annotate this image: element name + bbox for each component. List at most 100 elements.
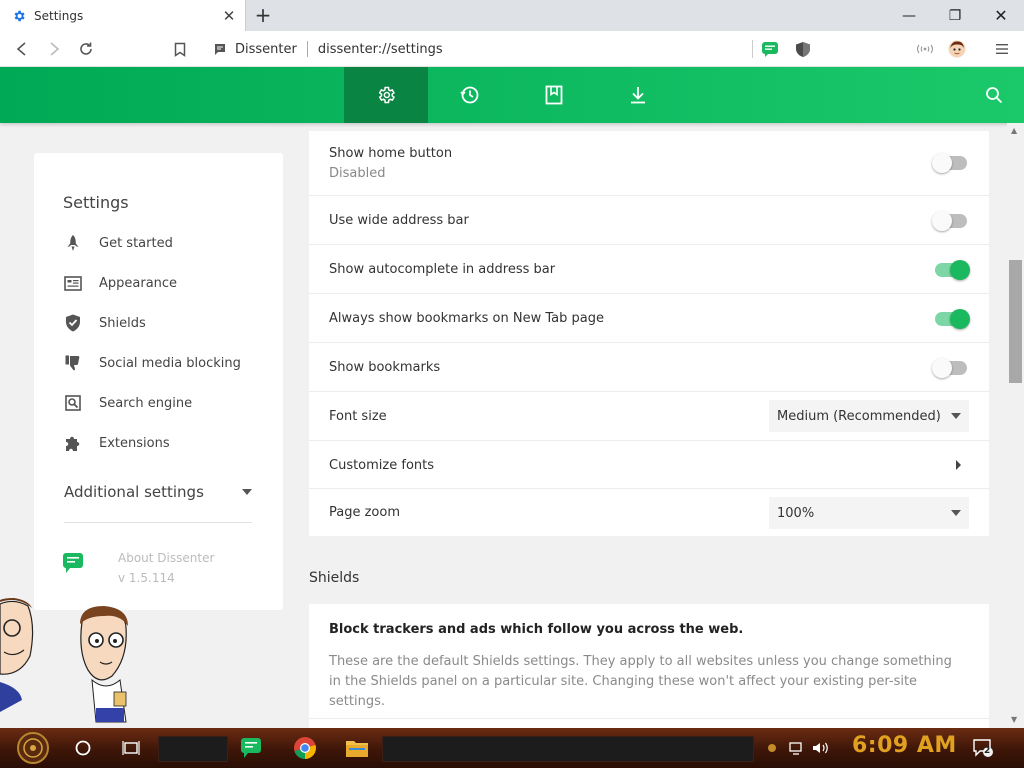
taskbar-dissenter[interactable] (236, 732, 266, 764)
shields-description: These are the default Shields settings. … (329, 654, 952, 709)
sidebar-item-search-engine[interactable]: Search engine (63, 391, 263, 415)
toggle-switch[interactable] (932, 358, 967, 378)
toggle-switch[interactable] (932, 211, 967, 231)
row-label: Page zoom (329, 505, 400, 520)
toggle-switch[interactable] (932, 153, 967, 173)
dissenter-app-icon (241, 738, 261, 758)
additional-settings-label: Additional settings (64, 483, 204, 501)
close-window-button[interactable]: ✕ (978, 0, 1024, 31)
sidebar-item-label: Appearance (99, 275, 178, 291)
scroll-up-icon[interactable]: ▲ (1011, 126, 1017, 135)
address-bar[interactable]: Dissenter dissenter://settings (203, 35, 821, 63)
cast-icon[interactable] (913, 37, 937, 61)
toggle-knob (950, 309, 970, 329)
tab-settings[interactable]: Settings ✕ (0, 0, 246, 31)
settings-row-font-size: Font size Medium (Recommended) (309, 392, 989, 441)
chevron-right-icon (956, 460, 961, 470)
omnibox-divider (752, 40, 753, 58)
url-text[interactable]: dissenter://settings (318, 42, 752, 57)
settings-header (0, 67, 1024, 123)
row-label: Always show bookmarks on New Tab page (329, 311, 604, 326)
additional-settings-toggle[interactable]: Additional settings (64, 483, 252, 501)
settings-row-autocomplete[interactable]: Show autocomplete in address bar (309, 245, 989, 294)
chrome-icon (294, 737, 316, 759)
bookmark-icon (174, 42, 186, 57)
gear-icon (378, 86, 395, 104)
close-tab-icon[interactable]: ✕ (219, 6, 239, 26)
row-label: Use wide address bar (329, 213, 469, 228)
appearance-icon (63, 273, 83, 293)
forward-button[interactable] (42, 37, 66, 61)
taskbar-chrome[interactable] (290, 732, 320, 764)
menu-button[interactable] (990, 37, 1014, 61)
task-view-button[interactable] (116, 732, 146, 764)
windows-taskbar: 6:09 AM 2 (0, 728, 1024, 768)
nav-history[interactable] (428, 67, 512, 123)
nav-settings[interactable] (344, 67, 428, 123)
desktop-mascot-figures (0, 596, 140, 728)
caret-down-icon (951, 413, 961, 419)
settings-row-home-button[interactable]: Show home button Disabled (309, 131, 989, 196)
taskbar-file-explorer[interactable] (342, 732, 372, 764)
start-orb-icon (17, 732, 49, 764)
row-label: Show autocomplete in address bar (329, 262, 556, 277)
tray-expand[interactable] (764, 732, 780, 764)
sidebar-item-shields[interactable]: Shields (63, 311, 263, 335)
appearance-card: Show home button Disabled Use wide addre… (309, 131, 989, 536)
about-title: About Dissenter (118, 551, 215, 565)
minimize-button[interactable]: — (886, 0, 932, 31)
settings-row-show-bookmarks[interactable]: Show bookmarks (309, 343, 989, 392)
bookmarks-icon (545, 85, 563, 105)
profile-avatar[interactable] (945, 37, 969, 61)
omnibox-separator (306, 41, 308, 57)
back-icon (16, 42, 26, 56)
sidebar-item-appearance[interactable]: Appearance (63, 271, 263, 295)
shield-button-icon[interactable] (795, 41, 811, 58)
search-engine-icon (63, 393, 83, 413)
sidebar-item-get-started[interactable]: Get started (63, 231, 263, 255)
settings-row-wide-address-bar[interactable]: Use wide address bar (309, 196, 989, 245)
toggle-switch[interactable] (935, 260, 970, 280)
new-tab-button[interactable]: + (252, 3, 274, 27)
shields-divider (309, 718, 989, 719)
dissenter-comments-icon[interactable] (761, 41, 779, 57)
start-button[interactable] (10, 732, 56, 764)
settings-favicon-icon (14, 10, 25, 21)
bookmark-button[interactable] (168, 37, 192, 61)
toggle-knob (932, 211, 952, 231)
sidebar-item-social-media-blocking[interactable]: Social media blocking (63, 351, 263, 375)
row-label: Customize fonts (329, 458, 435, 473)
task-view-icon (122, 741, 140, 755)
puzzle-icon (63, 433, 83, 453)
network-tray-icon[interactable] (788, 732, 806, 764)
sidebar-item-label: Shields (99, 315, 146, 331)
toggle-switch[interactable] (935, 309, 970, 329)
settings-row-customize-fonts[interactable]: Customize fonts (309, 441, 989, 489)
about-dissenter-link[interactable]: About Dissenter v 1.5.114 (62, 548, 214, 588)
toggle-knob (932, 153, 952, 173)
tab-strip: Settings ✕ + — ❐ ✕ (0, 0, 1024, 31)
cortana-button[interactable] (68, 732, 98, 764)
page-scrollbar[interactable]: ▲ ▼ (1007, 123, 1024, 728)
scroll-down-icon[interactable]: ▼ (1011, 715, 1017, 724)
font-size-select[interactable]: Medium (Recommended) (769, 400, 969, 432)
nav-bookmarks[interactable] (512, 67, 596, 123)
reload-button[interactable] (74, 37, 98, 61)
scrollbar-thumb[interactable] (1009, 260, 1022, 383)
search-settings-button[interactable] (982, 83, 1006, 107)
notification-icon (973, 739, 993, 757)
shields-heading: Block trackers and ads which follow you … (329, 622, 744, 637)
row-label: Font size (329, 409, 387, 424)
shield-icon (63, 313, 83, 333)
settings-row-bookmarks-new-tab[interactable]: Always show bookmarks on New Tab page (309, 294, 989, 343)
download-icon (631, 87, 645, 104)
taskbar-slot (382, 736, 754, 762)
page-zoom-select[interactable]: 100% (769, 497, 969, 529)
sidebar-item-extensions[interactable]: Extensions (63, 431, 263, 455)
taskbar-clock[interactable]: 6:09 AM (852, 733, 957, 758)
volume-tray-icon[interactable] (810, 732, 832, 764)
maximize-button[interactable]: ❐ (932, 0, 978, 31)
action-center-button[interactable]: 2 (970, 732, 996, 764)
back-button[interactable] (10, 37, 34, 61)
nav-downloads[interactable] (596, 67, 680, 123)
